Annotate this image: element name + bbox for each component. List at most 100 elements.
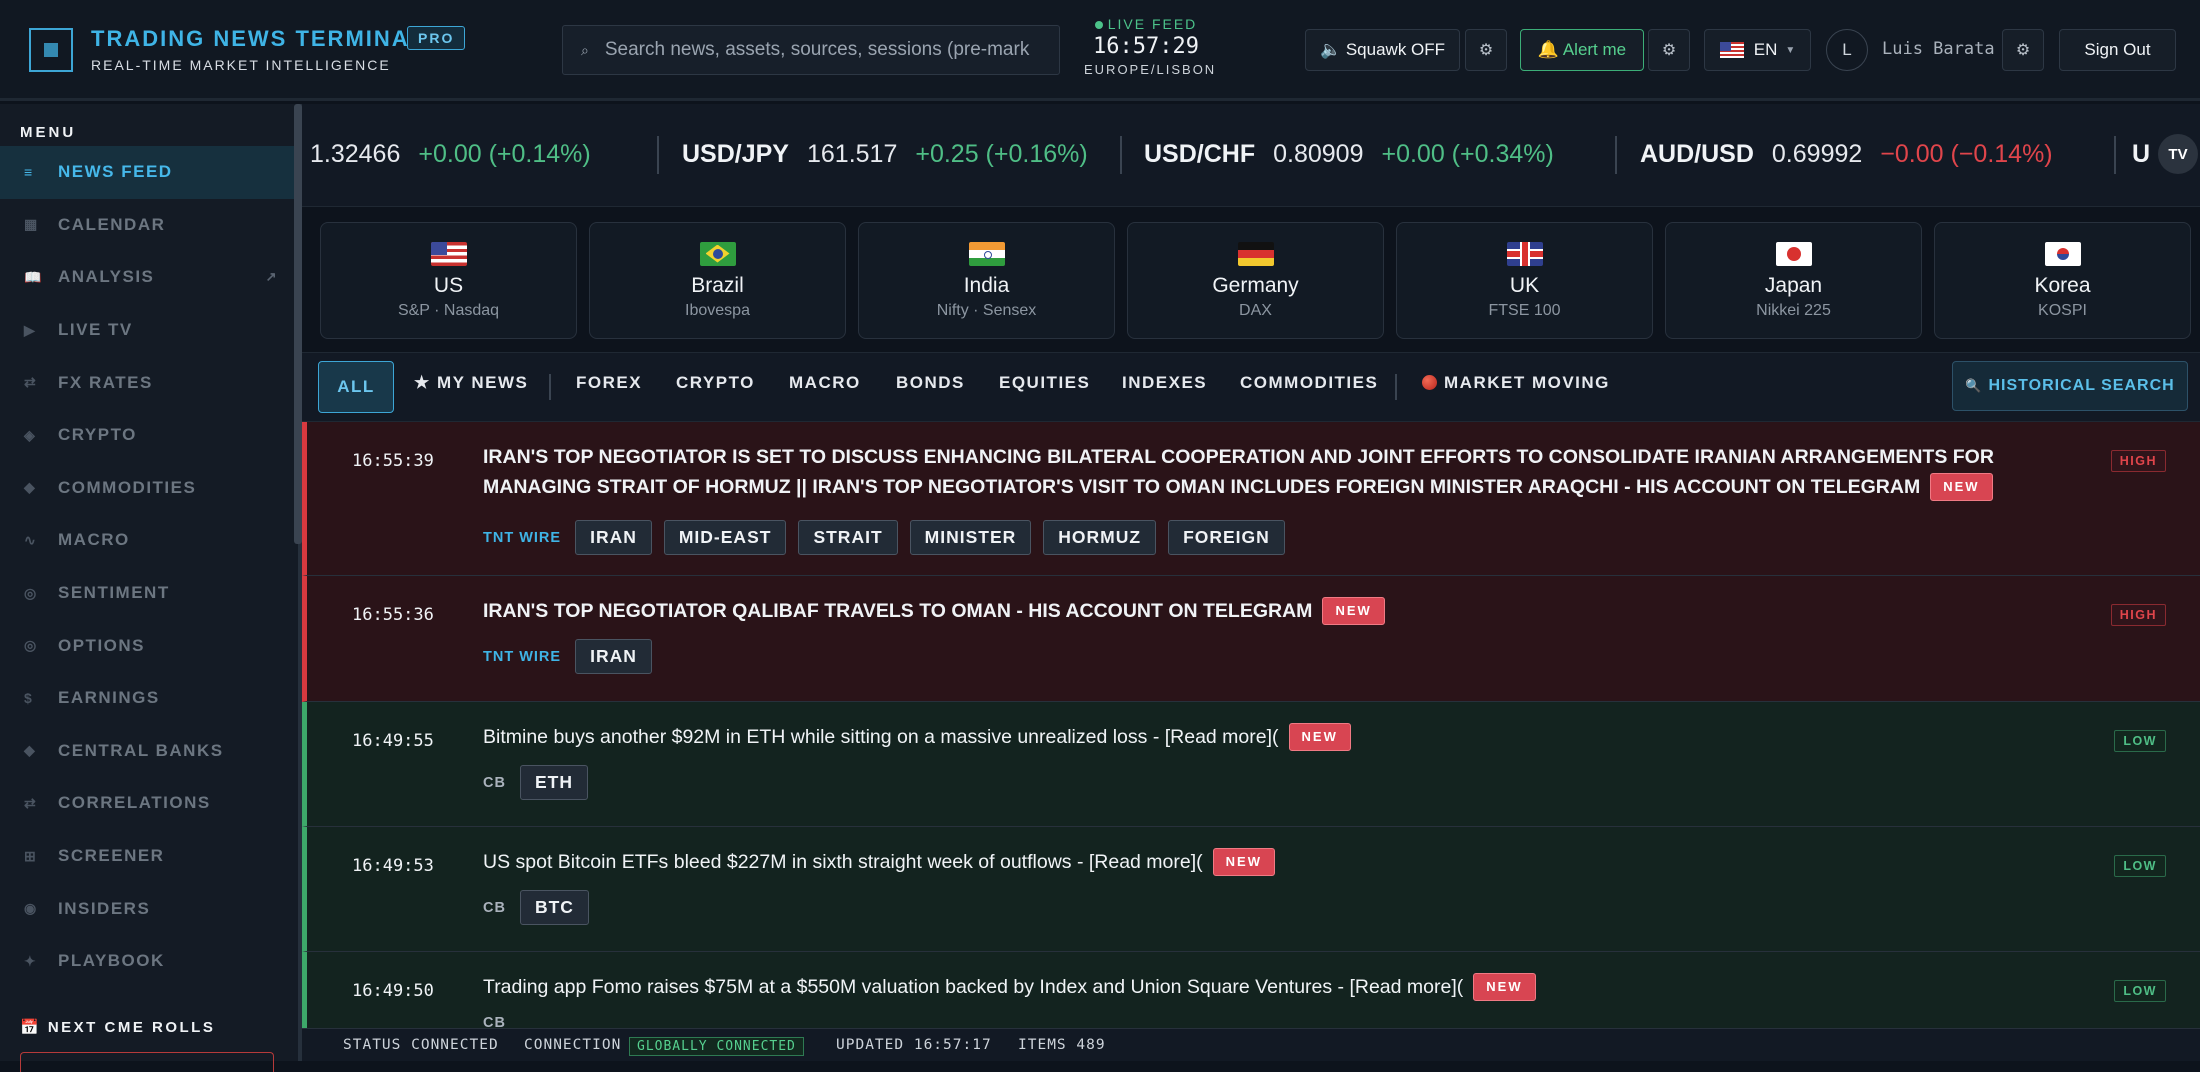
sidebar-item-commodities[interactable]: ◆ COMMODITIES [0,462,294,515]
squawk-settings-gear-icon[interactable]: ⚙ [1465,29,1507,71]
filter-bar: ALL ★ MY NEWS FOREX CRYPTO MACRO BONDS E… [302,352,2200,422]
sidebar-item-analysis[interactable]: 📖 ANALYSIS ↗ [0,251,294,304]
central-banks-icon: ◆ [24,742,37,759]
language-select[interactable]: EN ▼ [1704,29,1811,71]
market-card-us[interactable]: US S&P · Nasdaq [320,222,577,339]
crypto-icon: ◈ [24,426,37,443]
news-tag[interactable]: IRAN [575,520,652,555]
connection-label: CONNECTION [524,1037,622,1053]
commodities-icon: ◆ [24,479,37,496]
search-input[interactable] [604,39,1059,61]
market-card-jp[interactable]: Japan Nikkei 225 [1665,222,1922,339]
market-card-de[interactable]: Germany DAX [1127,222,1384,339]
news-item[interactable]: 16:49:53 US spot Bitcoin ETFs bleed $227M… [302,827,2200,952]
news-headline-text: IRAN'S TOP NEGOTIATOR QALIBAF TRAVELS TO… [483,600,1313,622]
filter-divider [1395,374,1397,400]
market-card-br[interactable]: Brazil Ibovespa [589,222,846,339]
ticker-pair: USD/CHF [1144,140,1256,168]
news-tag[interactable]: STRAIT [798,520,898,555]
alert-settings-gear-icon[interactable]: ⚙ [1648,29,1690,71]
market-country: Korea [2034,273,2091,297]
app-logo[interactable] [29,28,73,72]
tab-commodities[interactable]: COMMODITIES [1240,373,1378,393]
news-headline[interactable]: IRAN'S TOP NEGOTIATOR QALIBAF TRAVELS TO… [483,596,2078,626]
tab-forex[interactable]: FOREX [576,373,642,393]
correlations-icon: ⇄ [24,794,38,811]
sidebar-item-label: FX RATES [58,372,153,392]
sidebar-item-news-feed[interactable]: ≡ NEWS FEED [0,146,294,199]
tab-indexes[interactable]: INDEXES [1122,373,1207,393]
in-flag-icon [968,241,1005,266]
user-settings-gear-icon[interactable]: ⚙ [2002,29,2044,71]
news-tags: CB [483,1015,508,1028]
news-headline[interactable]: IRAN'S TOP NEGOTIATOR IS SET TO DISCUSS … [483,442,2078,502]
news-tag[interactable]: MID-EAST [663,520,787,555]
tab-macro[interactable]: MACRO [789,373,861,393]
sidebar-item-earnings[interactable]: $ EARNINGS [0,672,294,725]
tab-market-moving[interactable]: MARKET MOVING [1422,373,1610,393]
priority-badge: LOW [2114,980,2166,1002]
news-item[interactable]: 16:49:55 Bitmine buys another $92M in ETH… [302,702,2200,827]
news-tag[interactable]: ETH [519,765,588,800]
next-cme-rolls-title: 📅 NEXT CME ROLLS [20,1019,216,1036]
sidebar-item-crypto[interactable]: ◈ CRYPTO [0,409,294,462]
news-tag[interactable]: BTC [519,890,589,925]
sidebar-item-insiders[interactable]: ◉ INSIDERS [0,882,294,935]
sidebar-item-label: CENTRAL BANKS [58,740,224,760]
news-tag[interactable]: MINISTER [909,520,1032,555]
tab-bonds[interactable]: BONDS [896,373,965,393]
sidebar-item-live-tv[interactable]: ▶ LIVE TV [0,304,294,357]
ticker-item[interactable]: USD/CHF 0.80909 +0.00 (+0.34%) [1144,140,1554,169]
sidebar-item-label: ANALYSIS [58,267,155,287]
ticker-item[interactable]: USD/JPY 161.517 +0.25 (+0.16%) [682,140,1088,169]
sidebar-item-calendar[interactable]: ▦ CALENDAR [0,199,294,252]
news-headline[interactable]: Bitmine buys another $92M in ETH while s… [483,722,2078,752]
sidebar-item-label: EARNINGS [58,688,160,708]
sidebar-item-screener[interactable]: ⊞ SCREENER [0,830,294,883]
news-source: TNT WIRE [483,648,562,665]
news-tag[interactable]: HORMUZ [1043,520,1157,555]
news-tag[interactable]: FOREIGN [1168,520,1285,555]
news-item[interactable]: 16:55:39 IRAN'S TOP NEGOTIATOR IS SET TO … [302,422,2200,576]
sidebar-item-fx-rates[interactable]: ⇄ FX RATES [0,356,294,409]
ticker-pair: U [2132,140,2151,168]
news-item[interactable]: 16:49:50 Trading app Fomo raises $75M at … [302,952,2200,1028]
ticker-item[interactable]: 1.32466 +0.00 (+0.14%) [310,140,591,169]
market-card-kr[interactable]: Korea KOSPI [1934,222,2191,339]
us-flag-icon [1719,42,1744,58]
news-time: 16:49:50 [352,981,434,1001]
alert-me-button[interactable]: 🔔 Alert me [1520,29,1644,71]
news-headline[interactable]: US spot Bitcoin ETFs bleed $227M in sixt… [483,847,2078,877]
historical-search-button[interactable]: 🔍 HISTORICAL SEARCH [1952,361,2188,411]
news-item[interactable]: 16:55:36 IRAN'S TOP NEGOTIATOR QALIBAF TR… [302,576,2200,702]
sidebar-item-central-banks[interactable]: ◆ CENTRAL BANKS [0,725,294,778]
fx-ticker: U AUD/USD 0.69992 −0.00 (−0.14%) USD/CHF 0.80… [302,104,2200,207]
tradingview-icon[interactable]: TV [2158,134,2198,174]
priority-badge: HIGH [2110,450,2166,472]
sign-out-button[interactable]: Sign Out [2059,29,2176,71]
analysis-icon: 📖 [24,268,43,285]
squawk-toggle-button[interactable]: 🔈 Squawk OFF [1305,29,1460,71]
sentiment-icon: ◎ [24,584,38,601]
sidebar-item-macro[interactable]: ∿ MACRO [0,514,294,567]
news-tag[interactable]: IRAN [575,639,652,674]
news-tags: CB BTC [483,890,589,925]
sidebar-item-options[interactable]: ◎ OPTIONS [0,619,294,672]
live-dot-icon [1094,21,1103,30]
sidebar-item-playbook[interactable]: ✦ PLAYBOOK [0,935,294,988]
ticker-item[interactable]: AUD/USD 0.69992 −0.00 (−0.14%) [1640,140,2053,169]
tab-all[interactable]: ALL [318,361,394,413]
search-box[interactable]: ⌕ [562,25,1060,75]
top-header: TRADING NEWS TERMINAL REAL-TIME MARKET I… [0,0,2200,101]
tab-crypto[interactable]: CRYPTO [676,373,755,393]
user-avatar[interactable]: L [1826,29,1868,71]
market-card-in[interactable]: India Nifty · Sensex [858,222,1115,339]
tab-equities[interactable]: EQUITIES [999,373,1090,393]
tab-my-news[interactable]: ★ MY NEWS [414,373,528,393]
sidebar-scrollbar[interactable] [294,104,302,544]
market-card-uk[interactable]: UK FTSE 100 [1396,222,1653,339]
sidebar-item-sentiment[interactable]: ◎ SENTIMENT [0,567,294,620]
news-headline[interactable]: Trading app Fomo raises $75M at a $550M … [483,972,2078,1002]
sidebar-item-correlations[interactable]: ⇄ CORRELATIONS [0,777,294,830]
status-text: STATUS CONNECTED [343,1037,499,1053]
